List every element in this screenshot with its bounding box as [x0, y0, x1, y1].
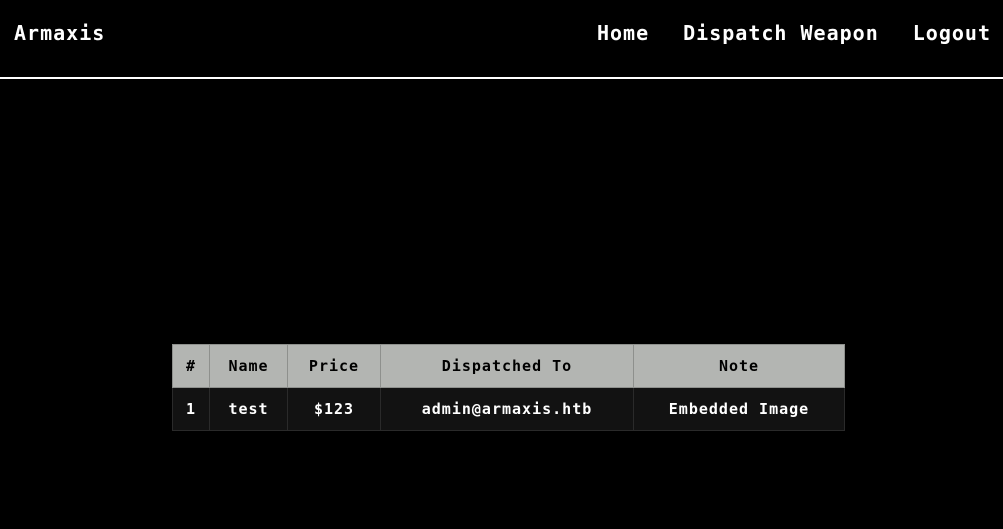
header-note: Note	[633, 344, 845, 388]
header-price: Price	[287, 344, 381, 388]
header-name: Name	[209, 344, 288, 388]
dispatch-table-container: # Name Price Dispatched To Note 1 test $…	[172, 344, 845, 431]
cell-number: 1	[172, 387, 210, 431]
cell-note: Embedded Image	[633, 387, 845, 431]
table-header-row: # Name Price Dispatched To Note	[172, 344, 845, 388]
brand-logo[interactable]: Armaxis	[14, 21, 105, 45]
nav-home-link[interactable]: Home	[597, 21, 649, 45]
header-number: #	[172, 344, 210, 388]
header-dispatched-to: Dispatched To	[380, 344, 634, 388]
cell-name: test	[209, 387, 288, 431]
nav-links: Home Dispatch Weapon Logout	[597, 21, 991, 45]
navbar: Armaxis Home Dispatch Weapon Logout	[0, 0, 1003, 79]
dispatch-table: # Name Price Dispatched To Note 1 test $…	[172, 344, 845, 431]
cell-dispatched-to: admin@armaxis.htb	[380, 387, 634, 431]
cell-price: $123	[287, 387, 381, 431]
nav-dispatch-weapon-link[interactable]: Dispatch Weapon	[683, 21, 879, 45]
nav-logout-link[interactable]: Logout	[913, 21, 991, 45]
table-row: 1 test $123 admin@armaxis.htb Embedded I…	[172, 387, 845, 431]
